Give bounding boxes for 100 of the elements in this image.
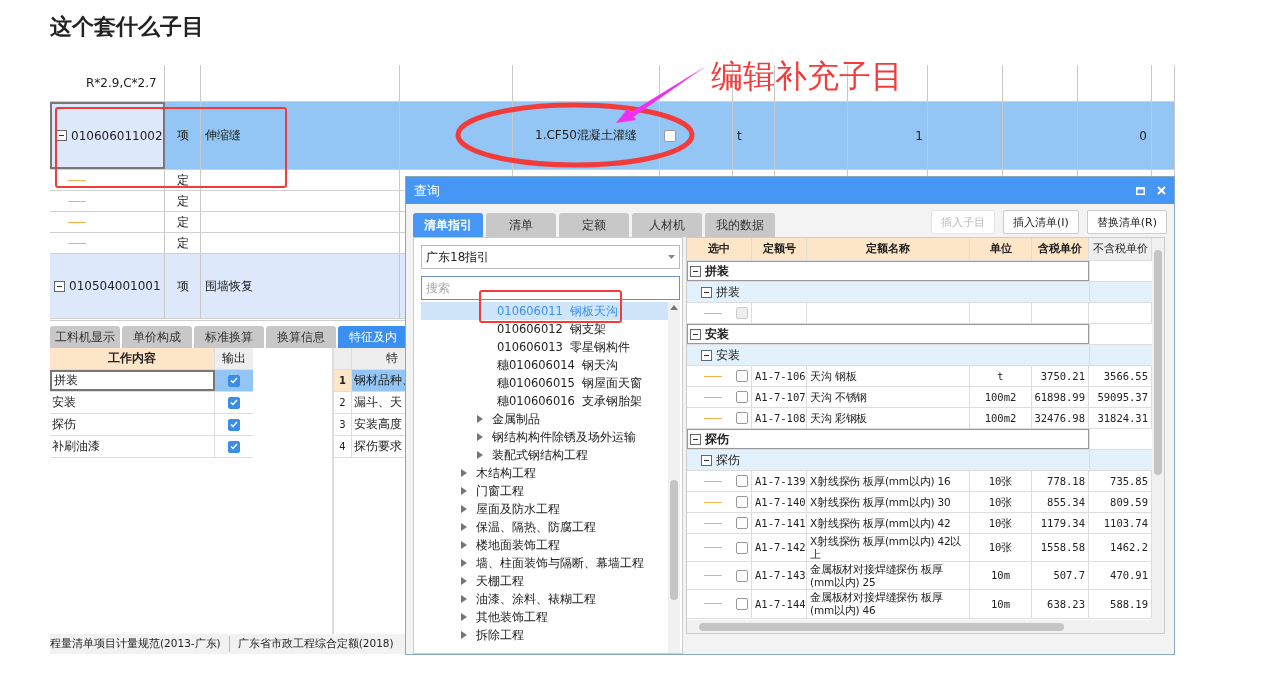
expand-arrow-icon[interactable]	[477, 433, 483, 441]
tree-item[interactable]: 楼地面装饰工程	[421, 536, 668, 554]
collapse-icon[interactable]	[690, 433, 701, 445]
collapse-icon[interactable]	[701, 349, 712, 361]
expand-arrow-icon[interactable]	[477, 451, 483, 459]
tree-item[interactable]: 钢结构构件除锈及场外运输	[421, 428, 668, 446]
row-number: 1	[334, 370, 352, 391]
column-header[interactable]: 不含税单价	[1089, 238, 1152, 260]
table-cell[interactable]: 安装	[50, 392, 215, 413]
tree-item[interactable]: 保温、隔热、防腐工程	[421, 518, 668, 536]
checkbox[interactable]	[228, 440, 240, 453]
expand-arrow-icon[interactable]	[461, 595, 467, 603]
table-cell[interactable]: 补刷油漆	[50, 436, 215, 457]
tree-item[interactable]: 穗010606016 支承钢胎架	[421, 392, 668, 410]
table-cell: 735.85	[1110, 474, 1148, 488]
action-button[interactable]: 替换清单(R)	[1086, 210, 1167, 234]
expand-arrow-icon[interactable]	[461, 631, 467, 639]
tab[interactable]: 换算信息	[266, 326, 336, 348]
table-cell-text: X射线探伤 板厚(mm以内) 42以上	[810, 535, 963, 561]
tree-item[interactable]: 屋面及防水工程	[421, 500, 668, 518]
checkbox[interactable]	[228, 396, 240, 409]
column-header[interactable]: 单位	[970, 238, 1032, 260]
tab[interactable]: 标准换算	[194, 326, 264, 348]
tree-item[interactable]: 木结构工程	[421, 464, 668, 482]
maximize-icon[interactable]	[1136, 186, 1145, 195]
tree-item[interactable]: 门窗工程	[421, 482, 668, 500]
tree-connector	[68, 200, 86, 202]
checkbox[interactable]	[736, 391, 748, 403]
table-cell[interactable]: 拼装	[50, 370, 215, 391]
expand-arrow-icon[interactable]	[461, 613, 467, 621]
collapse-icon[interactable]	[701, 454, 712, 466]
scrollbar[interactable]	[687, 620, 1164, 633]
checkbox[interactable]	[664, 129, 676, 142]
table-cell[interactable]: 探伤	[50, 414, 215, 435]
collapse-icon[interactable]	[690, 265, 701, 277]
expand-arrow-icon[interactable]	[461, 541, 467, 549]
table-cell: 1103.74	[1103, 516, 1148, 530]
group-row[interactable]: 安装	[687, 345, 1152, 366]
table-cell: 507.7	[1053, 569, 1085, 583]
tab[interactable]: 我的数据	[705, 213, 775, 237]
column-header[interactable]: 定额名称	[807, 238, 970, 260]
tree-item[interactable]: 墙、柱面装饰与隔断、幕墙工程	[421, 554, 668, 572]
expand-arrow-icon[interactable]	[461, 523, 467, 531]
column-header[interactable]: 含税单价	[1032, 238, 1089, 260]
tree-item[interactable]: 天棚工程	[421, 572, 668, 590]
tab[interactable]: 定额	[559, 213, 629, 237]
group-label: 安装	[716, 346, 740, 364]
expand-arrow-icon[interactable]	[461, 577, 467, 585]
group-row[interactable]: 拼装	[687, 282, 1152, 303]
checkbox[interactable]	[736, 517, 748, 529]
tree-connector	[704, 417, 722, 419]
scroll-up-icon[interactable]	[670, 305, 678, 310]
column-header[interactable]: 选中	[687, 238, 752, 260]
search-field[interactable]: 搜索	[421, 276, 680, 300]
scrollbar[interactable]	[668, 302, 680, 653]
table-cell: 470.91	[1110, 569, 1148, 583]
collapse-icon[interactable]	[690, 328, 701, 340]
checkbox[interactable]	[736, 541, 748, 554]
tree-item[interactable]: 装配式钢结构工程	[421, 446, 668, 464]
tree-item[interactable]: 010606012 钢支架	[421, 320, 668, 338]
tree-item[interactable]: 穗010606015 钢屋面天窗	[421, 374, 668, 392]
tree-item[interactable]: 其他装饰工程	[421, 608, 668, 626]
checkbox[interactable]	[736, 496, 748, 508]
dropdown[interactable]: 广东18指引	[421, 245, 680, 269]
expand-arrow-icon[interactable]	[461, 487, 467, 495]
tab[interactable]: 人材机	[632, 213, 702, 237]
tree-item[interactable]: 金属制品	[421, 410, 668, 428]
table-cell: A1-7-108	[755, 411, 806, 425]
table-cell: A1-7-140	[755, 495, 806, 509]
scrollbar-thumb[interactable]	[1154, 250, 1162, 475]
tab[interactable]: 清单	[486, 213, 556, 237]
table-cell: A1-7-142	[755, 541, 806, 554]
expand-arrow-icon[interactable]	[461, 559, 467, 567]
action-button[interactable]: 插入清单(I)	[1002, 210, 1079, 234]
checkbox[interactable]	[736, 370, 748, 382]
table-cell-text: 金属板材对接焊缝探伤 板厚(mm以内) 25	[810, 563, 944, 589]
tree-item[interactable]: 拆除工程	[421, 626, 668, 644]
checkbox[interactable]	[228, 374, 240, 387]
expand-arrow-icon[interactable]	[461, 505, 467, 513]
checkbox[interactable]	[736, 597, 748, 610]
checkbox[interactable]	[228, 418, 240, 431]
collapse-icon[interactable]	[701, 286, 712, 298]
checkbox[interactable]	[736, 475, 748, 487]
tab[interactable]: 单价构成	[122, 326, 192, 348]
expand-arrow-icon[interactable]	[477, 415, 483, 423]
scrollbar-thumb[interactable]	[670, 480, 678, 600]
tab[interactable]: 工料机显示	[50, 326, 120, 348]
group-row[interactable]: 探伤	[687, 450, 1152, 471]
expand-arrow-icon[interactable]	[461, 469, 467, 477]
column-header[interactable]: 定额号	[752, 238, 807, 260]
tree-item[interactable]: 穗010606014 钢天沟	[421, 356, 668, 374]
scrollbar[interactable]	[1152, 238, 1164, 620]
collapse-icon[interactable]	[54, 280, 65, 292]
collapse-icon[interactable]	[56, 130, 67, 141]
scrollbar-thumb[interactable]	[699, 623, 1064, 631]
checkbox[interactable]	[736, 412, 748, 424]
tree-item[interactable]: 油漆、涂料、裱糊工程	[421, 590, 668, 608]
checkbox[interactable]	[736, 569, 748, 582]
tree-item[interactable]: 010606013 零星钢构件	[421, 338, 668, 356]
close-icon[interactable]	[1157, 186, 1166, 195]
